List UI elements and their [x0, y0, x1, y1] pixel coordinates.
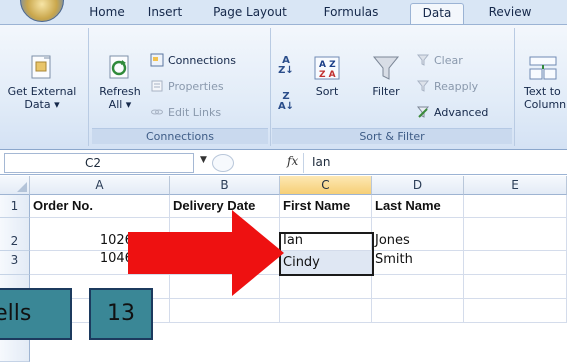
advanced-filter-icon: [416, 105, 430, 119]
empty-cell[interactable]: [170, 299, 280, 323]
red-arrow-annotation: [128, 210, 284, 296]
sort-dialog-icon: A ZZ A: [312, 54, 342, 82]
tab-formulas[interactable]: Formulas: [318, 3, 384, 24]
row-header-3[interactable]: 3: [0, 251, 30, 275]
svg-text:Z A: Z A: [319, 70, 336, 80]
tab-review[interactable]: Review: [482, 3, 538, 24]
empty-cell[interactable]: [372, 299, 464, 323]
sort-label: Sort: [315, 85, 339, 98]
empty-cell[interactable]: [280, 275, 372, 299]
reapply-icon: [416, 79, 430, 93]
cell-d2[interactable]: Jones: [372, 218, 464, 251]
formula-bar: C2 ▼ fx Ian: [0, 151, 567, 175]
filter-label: Filter: [372, 85, 400, 98]
refresh-line2: All ▾: [108, 98, 132, 111]
sort-z-to-a-button[interactable]: Z A↓: [274, 92, 298, 112]
name-box[interactable]: C2: [4, 153, 194, 173]
get-external-data-line2: Data ▾: [24, 98, 60, 111]
chain-link-icon: [150, 105, 164, 119]
empty-cell[interactable]: [464, 299, 567, 323]
empty-cell[interactable]: [372, 275, 464, 299]
empty-cell[interactable]: [464, 275, 567, 299]
text-to-columns-button[interactable]: Text to Column: [524, 54, 567, 111]
sort-a-to-z-button[interactable]: A Z↓: [274, 56, 298, 76]
text-to-columns-line1: Text to: [524, 85, 561, 98]
refresh-icon: [107, 54, 133, 82]
group-separator: [270, 28, 271, 146]
sort-button[interactable]: A ZZ A Sort: [304, 54, 350, 98]
reapply-label: Reapply: [434, 80, 479, 93]
clear-label: Clear: [434, 54, 463, 67]
cell-e1[interactable]: [464, 195, 567, 218]
connections-label: Connections: [168, 54, 236, 67]
column-header-d[interactable]: D: [372, 176, 464, 195]
edit-links-label: Edit Links: [168, 106, 222, 119]
formula-input[interactable]: Ian: [303, 153, 567, 173]
overlay-box-number: 13: [89, 288, 153, 340]
sort-az-icon: A Z↓: [278, 55, 294, 76]
select-all-triangle-icon: [17, 182, 27, 192]
get-external-data-button[interactable]: Get External Data ▾: [0, 54, 84, 111]
text-to-columns-icon: [528, 54, 558, 82]
advanced-label: Advanced: [434, 106, 489, 119]
text-to-columns-line2: Column: [524, 98, 567, 111]
reapply-button[interactable]: Reapply: [416, 78, 478, 96]
connections-button[interactable]: Connections: [150, 52, 236, 70]
group-separator: [88, 28, 89, 146]
svg-text:A Z: A Z: [319, 60, 336, 70]
column-header-c[interactable]: C: [280, 176, 372, 195]
group-separator: [514, 28, 515, 146]
cell-d1[interactable]: Last Name: [372, 195, 464, 218]
sort-filter-group-label: Sort & Filter: [272, 128, 512, 144]
select-all-corner[interactable]: [0, 176, 30, 195]
formula-ring-icon: [212, 154, 234, 172]
name-box-dropdown-icon[interactable]: ▼: [200, 155, 207, 165]
cell-e3[interactable]: [464, 251, 567, 275]
tab-page-layout[interactable]: Page Layout: [210, 3, 290, 24]
column-header-e[interactable]: E: [464, 176, 567, 195]
column-header-b[interactable]: B: [170, 176, 280, 195]
connections-icon: [150, 53, 164, 67]
external-data-icon: [30, 54, 54, 82]
properties-label: Properties: [168, 80, 224, 93]
clear-filter-button[interactable]: Clear: [416, 52, 463, 70]
tab-insert[interactable]: Insert: [140, 3, 190, 24]
properties-button[interactable]: Properties: [150, 78, 224, 96]
refresh-all-button[interactable]: Refresh All ▾: [96, 54, 144, 111]
empty-cell[interactable]: [280, 299, 372, 323]
row-header-1[interactable]: 1: [0, 195, 30, 218]
advanced-filter-button[interactable]: Advanced: [416, 104, 488, 122]
tab-data[interactable]: Data: [410, 3, 464, 24]
get-external-data-line1: Get External: [7, 85, 77, 98]
filter-button[interactable]: Filter: [362, 54, 410, 98]
cell-e2[interactable]: [464, 218, 567, 251]
funnel-icon: [371, 54, 401, 82]
row-header-2[interactable]: 2: [0, 218, 30, 251]
edit-links-button[interactable]: Edit Links: [150, 104, 221, 122]
overlay-box-cells: cells: [0, 288, 72, 340]
cell-c3[interactable]: Cindy: [280, 251, 372, 275]
tab-home[interactable]: Home: [82, 3, 132, 24]
clear-filter-icon: [416, 53, 430, 67]
insert-function-icon[interactable]: fx: [287, 154, 298, 168]
cell-d3[interactable]: Smith: [372, 251, 464, 275]
sort-za-icon: Z A↓: [277, 91, 295, 112]
connections-group-label: Connections: [92, 128, 268, 144]
refresh-line1: Refresh: [99, 85, 141, 98]
column-header-a[interactable]: A: [30, 176, 170, 195]
properties-icon: [150, 79, 164, 93]
cell-c1[interactable]: First Name: [280, 195, 372, 218]
cell-c2[interactable]: Ian: [280, 218, 372, 251]
